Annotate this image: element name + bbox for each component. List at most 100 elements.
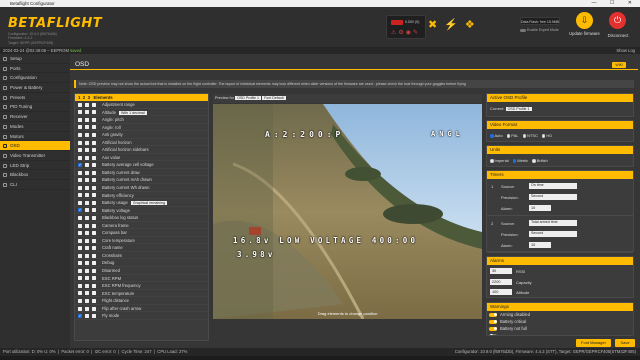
element-profile-3-checkbox[interactable] bbox=[92, 261, 96, 266]
osd-preview[interactable]: A:2:200:P ANGL 16.8v LOW VOLTAGE 400:00 … bbox=[213, 104, 482, 319]
timer-precision-select[interactable]: Second bbox=[529, 194, 577, 200]
osd-flymode-text[interactable]: ANGL bbox=[431, 130, 464, 138]
video-format-option[interactable]: PAL bbox=[506, 133, 519, 138]
osd-voltage-warning[interactable]: 16.8v LOW VOLTAGE 400:00 bbox=[233, 236, 418, 245]
warning-toggle[interactable] bbox=[489, 312, 497, 317]
warning-toggle[interactable] bbox=[489, 326, 497, 331]
element-profile-2-checkbox[interactable] bbox=[85, 178, 89, 183]
element-profile-3-checkbox[interactable] bbox=[92, 178, 96, 183]
element-profile-1-checkbox[interactable] bbox=[78, 246, 82, 251]
element-profile-1-checkbox[interactable] bbox=[78, 268, 82, 273]
element-profile-1-checkbox[interactable] bbox=[78, 261, 82, 266]
sidebar-item-pid-tuning[interactable]: PID Tuning bbox=[0, 102, 70, 113]
save-button[interactable]: Save bbox=[615, 339, 635, 347]
element-profile-3-checkbox[interactable] bbox=[92, 163, 96, 168]
element-profile-2-checkbox[interactable] bbox=[85, 163, 89, 168]
element-profile-2-checkbox[interactable] bbox=[85, 102, 89, 107]
element-profile-1-checkbox[interactable] bbox=[78, 313, 82, 320]
timer-alarm-input[interactable]: 10 bbox=[529, 205, 551, 211]
video-format-option[interactable]: Auto bbox=[490, 133, 503, 138]
element-profile-1-checkbox[interactable] bbox=[78, 253, 82, 258]
alarm-value-input[interactable]: 2200 bbox=[490, 278, 512, 285]
element-profile-3-checkbox[interactable] bbox=[92, 185, 96, 190]
element-profile-3-checkbox[interactable] bbox=[92, 200, 96, 205]
sidebar-item-blackbox[interactable]: Blackbox bbox=[0, 170, 70, 180]
element-profile-1-checkbox[interactable] bbox=[78, 140, 82, 145]
element-profile-2-checkbox[interactable] bbox=[85, 223, 89, 228]
element-profile-1-checkbox[interactable] bbox=[78, 200, 82, 205]
timer-alarm-input[interactable]: 10 bbox=[529, 242, 551, 248]
element-profile-1-checkbox[interactable] bbox=[78, 125, 82, 130]
element-profile-2-checkbox[interactable] bbox=[85, 306, 89, 311]
element-profile-1-checkbox[interactable] bbox=[78, 299, 82, 304]
timer-precision-select[interactable]: Second bbox=[529, 231, 577, 237]
element-profile-3-checkbox[interactable] bbox=[92, 253, 96, 258]
units-option[interactable]: Metric bbox=[512, 158, 528, 163]
element-profile-2-checkbox[interactable] bbox=[85, 268, 89, 273]
osd-warnings-text[interactable]: A:2:200:P bbox=[265, 130, 344, 139]
element-profile-1-checkbox[interactable] bbox=[78, 216, 82, 220]
preview-profile-select[interactable]: OSD Profile 1 bbox=[235, 96, 262, 100]
element-profile-1-checkbox[interactable] bbox=[78, 102, 82, 107]
video-format-option[interactable]: NTSC bbox=[522, 133, 538, 138]
sidebar-item-osd[interactable]: OSD bbox=[0, 141, 70, 151]
element-profile-1-checkbox[interactable] bbox=[78, 185, 82, 190]
sidebar-item-motors[interactable]: Motors bbox=[0, 132, 70, 142]
element-profile-1-checkbox[interactable] bbox=[78, 162, 82, 169]
element-variant-select[interactable]: With 1 decimal bbox=[118, 110, 147, 115]
element-profile-2-checkbox[interactable] bbox=[85, 170, 89, 175]
element-profile-1-checkbox[interactable] bbox=[78, 117, 82, 122]
sidebar-item-power-battery[interactable]: Power & Battery bbox=[0, 83, 70, 93]
element-profile-3-checkbox[interactable] bbox=[92, 223, 96, 228]
element-profile-1-checkbox[interactable] bbox=[78, 193, 82, 198]
sidebar-item-presets[interactable]: Presets bbox=[0, 93, 70, 103]
element-profile-3-checkbox[interactable] bbox=[92, 291, 96, 296]
element-profile-2-checkbox[interactable] bbox=[85, 148, 89, 153]
element-profile-3-checkbox[interactable] bbox=[92, 155, 96, 160]
sidebar-item-setup[interactable]: Setup bbox=[0, 54, 70, 64]
window-controls[interactable]: — ☐ ✕ bbox=[592, 0, 638, 7]
element-profile-3-checkbox[interactable] bbox=[92, 117, 96, 122]
element-profile-3-checkbox[interactable] bbox=[92, 306, 96, 311]
element-profile-3-checkbox[interactable] bbox=[92, 102, 96, 107]
timer-source-select[interactable]: Total armed time bbox=[529, 220, 577, 226]
sidebar-item-led-strip[interactable]: LED Strip bbox=[0, 161, 70, 171]
element-profile-3-checkbox[interactable] bbox=[92, 238, 96, 243]
current-profile-select[interactable]: OSD Profile 1 bbox=[505, 107, 532, 111]
element-profile-2-checkbox[interactable] bbox=[85, 314, 89, 319]
sidebar-item-modes[interactable]: Modes bbox=[0, 122, 70, 132]
element-profile-3-checkbox[interactable] bbox=[92, 208, 96, 213]
video-format-option[interactable]: HD bbox=[541, 133, 552, 138]
element-profile-2-checkbox[interactable] bbox=[85, 155, 89, 160]
element-profile-1-checkbox[interactable] bbox=[78, 148, 82, 153]
element-profile-3-checkbox[interactable] bbox=[92, 125, 96, 130]
element-profile-1-checkbox[interactable] bbox=[78, 223, 82, 228]
element-profile-1-checkbox[interactable] bbox=[78, 306, 82, 311]
font-manager-button[interactable]: Font Manager bbox=[576, 339, 611, 347]
element-profile-1-checkbox[interactable] bbox=[78, 238, 82, 243]
element-profile-3-checkbox[interactable] bbox=[92, 170, 96, 175]
element-profile-2-checkbox[interactable] bbox=[85, 291, 89, 296]
alarm-value-input[interactable]: 30 bbox=[490, 268, 512, 274]
element-profile-2-checkbox[interactable] bbox=[85, 283, 89, 288]
element-profile-2-checkbox[interactable] bbox=[85, 253, 89, 258]
sidebar-item-cli[interactable]: CLI bbox=[0, 180, 70, 190]
expert-mode-toggle[interactable]: Enable Expert Mode bbox=[520, 28, 560, 33]
element-profile-1-checkbox[interactable] bbox=[78, 110, 82, 115]
element-profile-3-checkbox[interactable] bbox=[92, 148, 96, 153]
element-profile-2-checkbox[interactable] bbox=[85, 132, 89, 137]
element-profile-2-checkbox[interactable] bbox=[85, 299, 89, 304]
element-profile-1-checkbox[interactable] bbox=[78, 283, 82, 288]
element-profile-3-checkbox[interactable] bbox=[92, 216, 96, 220]
warning-toggle[interactable] bbox=[489, 333, 497, 335]
element-profile-3-checkbox[interactable] bbox=[92, 140, 96, 145]
units-option[interactable]: British bbox=[532, 158, 548, 163]
sidebar-item-video-transmitter[interactable]: Video Transmitter bbox=[0, 151, 70, 161]
element-profile-2-checkbox[interactable] bbox=[85, 216, 89, 220]
element-profile-3-checkbox[interactable] bbox=[92, 283, 96, 288]
element-profile-2-checkbox[interactable] bbox=[85, 117, 89, 122]
element-profile-3-checkbox[interactable] bbox=[92, 299, 96, 304]
element-profile-1-checkbox[interactable] bbox=[78, 132, 82, 137]
element-profile-2-checkbox[interactable] bbox=[85, 231, 89, 236]
sidebar-item-configuration[interactable]: Configuration bbox=[0, 73, 70, 84]
